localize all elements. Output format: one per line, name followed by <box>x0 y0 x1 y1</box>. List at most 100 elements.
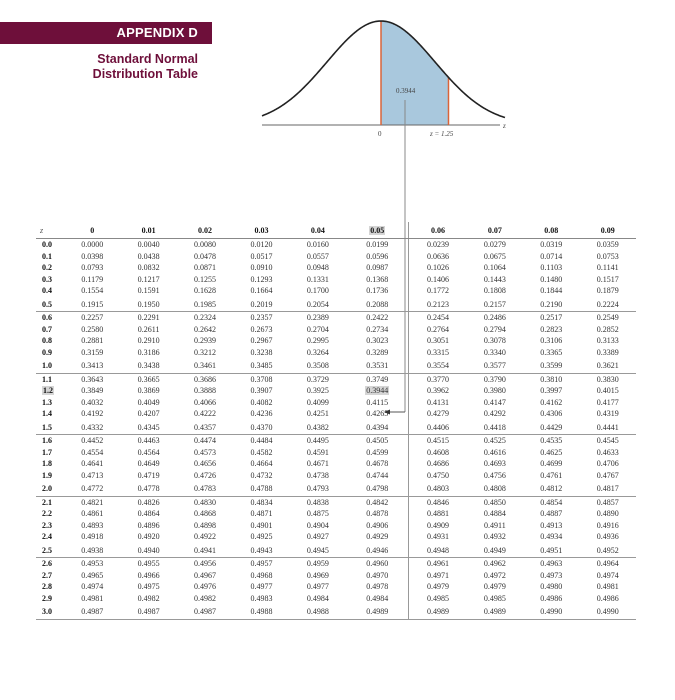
cell-value: 0.4974 <box>596 570 619 580</box>
cell-value: 0.4878 <box>366 509 389 518</box>
table-cell: 0.4616 <box>467 447 523 459</box>
cell-value: 0.4525 <box>483 436 506 445</box>
table-cell: 0.4961 <box>408 557 467 570</box>
z-value: 1.2 <box>42 386 54 395</box>
cell-value: 0.4319 <box>596 409 619 418</box>
table-cell: 0.4980 <box>523 581 579 593</box>
cell-value: 0.4573 <box>194 447 217 457</box>
cell-value: 0.4979 <box>483 582 506 591</box>
table-cell: 0.4966 <box>120 570 176 582</box>
cell-value: 0.4990 <box>540 607 563 616</box>
table-cell: 0.4989 <box>408 604 467 620</box>
table-cell: 0.2673 <box>233 324 289 336</box>
table-cell: 0.4803 <box>408 481 467 497</box>
table-cell: 0.4975 <box>120 581 176 593</box>
z-value: 0.4 <box>42 286 52 295</box>
cell-value: 0.1480 <box>540 274 563 284</box>
cell-value: 0.1026 <box>427 263 450 272</box>
cell-value: 0.4989 <box>427 607 450 616</box>
cell-value: 0.0000 <box>81 240 104 249</box>
cell-value: 0.0040 <box>137 240 160 249</box>
cell-value: 0.4834 <box>250 497 273 507</box>
table-cell: 0.3315 <box>408 346 467 358</box>
cell-value: 0.1985 <box>194 299 217 309</box>
table-row: 0.7 0.2580 0.2611 0.2642 0.2673 0.2704 0.2734 0… <box>36 323 636 336</box>
table-row: 1.3 0.4032 0.4049 0.4066 0.4082 0.4099 0.4115 0… <box>36 396 636 409</box>
table-cell: 0.4864 <box>120 508 176 520</box>
table-cell: 0.2422 <box>346 312 409 324</box>
cell-value: 0.4441 <box>596 422 619 432</box>
column-header: 0.03 <box>233 222 290 239</box>
cell-value: 0.4951 <box>540 545 563 555</box>
normal-curve-figure: 0.3944 0 z = 1.25 z <box>261 20 506 220</box>
shaded-area <box>381 21 449 125</box>
cell-value: 0.3389 <box>596 347 619 357</box>
cell-value: 0.4979 <box>427 582 450 591</box>
cell-value: 0.3315 <box>427 347 450 357</box>
table-cell: 0.4949 <box>466 542 524 558</box>
cell-value: 0.4842 <box>366 497 389 507</box>
cell-value: 0.3289 <box>366 347 389 357</box>
cell-value: 0.3461 <box>194 361 217 370</box>
cell-value: 0.3810 <box>540 374 563 384</box>
table-cell: 0.2224 <box>579 296 636 312</box>
cell-value: 0.4236 <box>250 409 273 418</box>
cell-value: 0.4981 <box>596 582 619 591</box>
cell-value: 0.1554 <box>81 286 104 295</box>
cell-value: 0.0948 <box>306 263 329 272</box>
z-value: 2.6 <box>42 559 52 568</box>
cell-value: 0.4265 <box>366 409 389 418</box>
table-cell: 0.4922 <box>177 531 233 543</box>
z-value: 1.9 <box>42 470 52 480</box>
table-cell: 0.4984 <box>290 593 346 605</box>
table-cell: 0.0910 <box>233 262 289 274</box>
table-cell: 0.3023 <box>346 335 409 347</box>
cell-value: 0.4948 <box>427 545 450 555</box>
cell-value: 0.4952 <box>596 545 619 555</box>
cell-value: 0.4803 <box>427 484 450 493</box>
cell-value: 0.4925 <box>250 532 273 541</box>
cell-value: 0.4015 <box>596 386 619 395</box>
z-value: 1.0 <box>42 361 52 370</box>
z-row-label: 2.9 <box>36 593 64 605</box>
table-cell: 0.1736 <box>346 285 409 297</box>
table-cell: 0.1064 <box>467 262 523 274</box>
cell-value: 0.4649 <box>137 459 160 468</box>
table-cell: 0.4901 <box>233 520 289 532</box>
z-row-label: 1.5 <box>36 419 64 435</box>
table-cell: 0.2764 <box>408 323 467 335</box>
cell-value: 0.4960 <box>366 559 389 568</box>
cell-value: 0.1103 <box>540 263 563 272</box>
z-value: 0.2 <box>42 263 52 272</box>
z-row-label: 0.9 <box>36 347 64 359</box>
cell-value: 0.4896 <box>137 520 160 530</box>
cell-value: 0.3925 <box>306 386 329 395</box>
cell-value: 0.0753 <box>596 251 619 261</box>
z-row-label: 0.7 <box>36 324 64 336</box>
cell-value: 0.2123 <box>427 299 450 309</box>
table-cell: 0.2019 <box>233 296 290 312</box>
table-cell: 0.3729 <box>290 373 346 385</box>
z-column-header: z <box>36 222 64 239</box>
table-cell: 0.1026 <box>408 262 467 274</box>
table-cell: 0.4162 <box>523 397 579 409</box>
cell-value: 0.4962 <box>483 559 506 568</box>
table-cell: 0.4979 <box>408 581 467 593</box>
table-cell: 0.4115 <box>346 397 409 409</box>
cell-value: 0.2881 <box>81 336 104 345</box>
cell-value: 0.4750 <box>427 470 450 480</box>
cell-value: 0.4838 <box>306 497 329 507</box>
cell-value: 0.2549 <box>596 313 619 322</box>
z-row-label: 1.3 <box>36 397 64 409</box>
cell-value: 0.4989 <box>483 607 506 616</box>
column-header: 0.01 <box>120 222 177 239</box>
table-cell: 0.4207 <box>120 408 176 420</box>
table-cell: 0.4699 <box>523 458 579 470</box>
table-cell: 0.4177 <box>579 397 636 409</box>
cell-value: 0.0714 <box>540 251 563 261</box>
cell-value: 0.2190 <box>540 299 563 309</box>
z-value: 0.3 <box>42 274 52 284</box>
z-value: 1.6 <box>42 436 52 445</box>
cell-value: 0.4732 <box>250 470 273 480</box>
table-row: 1.9 0.4713 0.4719 0.4726 0.4732 0.4738 0.4744 0… <box>36 469 636 481</box>
